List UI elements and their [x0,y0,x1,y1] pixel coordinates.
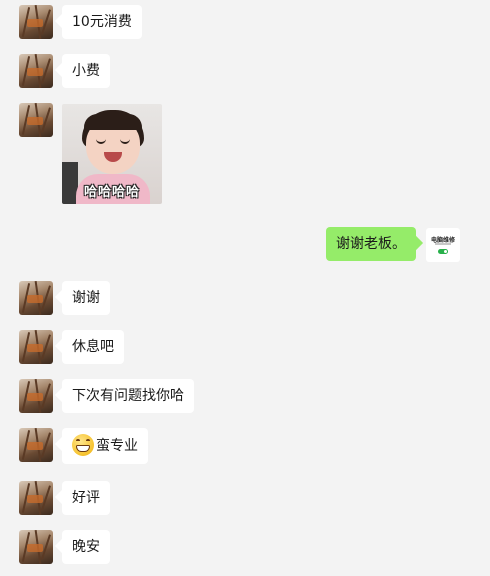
contact-avatar[interactable] [19,428,53,462]
contact-avatar[interactable] [19,5,53,39]
contact-avatar[interactable] [19,103,53,137]
sticker-caption: 哈哈哈哈 [83,185,140,200]
message-bubble[interactable]: 好评 [62,481,110,515]
message-bubble[interactable]: 蛮专业 [62,428,148,464]
message-bubble[interactable]: 晚安 [62,530,110,564]
grin-emoji-icon [72,434,94,456]
contact-avatar[interactable] [19,54,53,88]
message-bubble[interactable]: 谢谢 [62,281,110,315]
message-bubble[interactable]: 休息吧 [62,330,124,364]
message-bubble-outgoing[interactable]: 谢谢老板。 [326,227,416,261]
contact-avatar[interactable] [19,330,53,364]
contact-avatar[interactable] [19,481,53,515]
contact-avatar[interactable] [19,281,53,315]
contact-avatar[interactable] [19,530,53,564]
sticker-image[interactable]: 哈哈哈哈 [62,104,162,204]
contact-avatar[interactable] [19,379,53,413]
message-bubble[interactable]: 10元消费 [62,5,142,39]
message-text: 蛮专业 [96,438,138,454]
toggle-icon [438,249,448,254]
message-bubble[interactable]: 小费 [62,54,110,88]
message-bubble[interactable]: 下次有问题找你哈 [62,379,194,413]
self-avatar[interactable]: 电脑维修 [426,228,460,262]
